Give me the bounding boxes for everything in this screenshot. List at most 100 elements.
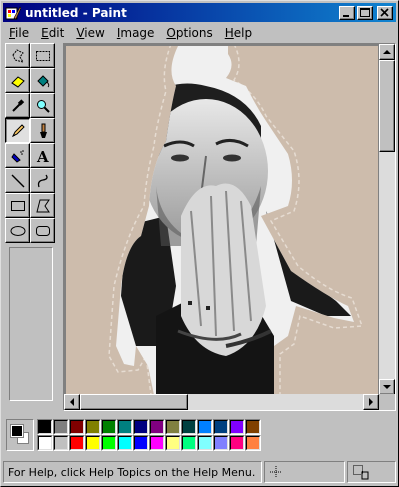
color-swatch[interactable]: [101, 435, 117, 451]
tool-rect-select[interactable]: [30, 43, 55, 68]
color-swatch[interactable]: [53, 419, 69, 435]
color-swatch[interactable]: [85, 419, 101, 435]
close-button[interactable]: [377, 5, 393, 20]
rectangle-icon: [10, 200, 25, 211]
text-icon: A: [36, 148, 49, 164]
menu-image[interactable]: Image: [111, 26, 161, 40]
color-swatch[interactable]: [181, 419, 197, 435]
tool-magnifier[interactable]: [30, 93, 55, 118]
color-swatch[interactable]: [181, 435, 197, 451]
menu-bar: File Edit View Image Options Help: [3, 23, 396, 42]
color-swatch[interactable]: [37, 419, 53, 435]
color-swatch[interactable]: [53, 435, 69, 451]
color-swatch[interactable]: [245, 435, 261, 451]
airbrush-icon: [10, 149, 24, 163]
close-icon: [380, 7, 389, 17]
tool-airbrush[interactable]: [5, 143, 30, 168]
line-icon: [11, 174, 24, 187]
color-swatch[interactable]: [117, 435, 133, 451]
color-swatch[interactable]: [229, 435, 245, 451]
brush-icon: [39, 123, 47, 138]
menu-edit[interactable]: Edit: [35, 26, 70, 40]
color-picker-icon: [11, 98, 24, 112]
status-selection-size: [347, 461, 396, 483]
color-swatch[interactable]: [37, 435, 53, 451]
horizontal-scroll-thumb[interactable]: [80, 394, 188, 410]
tool-curve[interactable]: [30, 168, 55, 193]
curve-icon: [37, 174, 48, 187]
horizontal-scrollbar[interactable]: [64, 394, 379, 410]
paint-window: untitled - Paint File Edit View Image Op…: [0, 0, 399, 487]
scroll-down-button[interactable]: [379, 379, 395, 395]
fill-bucket-icon: [36, 74, 49, 87]
tool-brush[interactable]: [30, 118, 55, 143]
color-swatch[interactable]: [229, 419, 245, 435]
color-swatch[interactable]: [149, 419, 165, 435]
status-cursor-position: [263, 461, 346, 483]
tool-text[interactable]: A: [30, 143, 55, 168]
color-swatch[interactable]: [69, 435, 85, 451]
color-swatch[interactable]: [69, 419, 85, 435]
color-palette: [3, 413, 396, 458]
color-swatch[interactable]: [213, 435, 229, 451]
menu-help[interactable]: Help: [219, 26, 258, 40]
tool-eraser[interactable]: [5, 68, 30, 93]
scroll-right-button[interactable]: [363, 394, 379, 410]
current-colors-indicator[interactable]: [6, 419, 34, 451]
scroll-up-button[interactable]: [379, 44, 395, 60]
color-swatch[interactable]: [165, 419, 181, 435]
selection-size-icon: [353, 465, 369, 480]
maximize-icon: [360, 7, 370, 17]
arrow-down-icon: [383, 385, 391, 389]
magnifier-icon: [36, 99, 50, 113]
scroll-left-button[interactable]: [64, 394, 80, 410]
color-swatch[interactable]: [101, 419, 117, 435]
minimize-button[interactable]: [339, 5, 355, 20]
title-bar[interactable]: untitled - Paint: [3, 3, 396, 22]
color-swatch[interactable]: [197, 419, 213, 435]
color-swatch[interactable]: [133, 435, 149, 451]
menu-view[interactable]: View: [70, 26, 110, 40]
free-form-select-icon: [11, 48, 24, 63]
color-swatch[interactable]: [133, 419, 149, 435]
pencil-icon: [11, 123, 25, 137]
polygon-icon: [35, 199, 50, 212]
color-swatch[interactable]: [85, 435, 101, 451]
tool-free-form-select[interactable]: [5, 43, 30, 68]
paint-app-icon[interactable]: [5, 5, 22, 21]
scroll-corner: [379, 394, 395, 410]
menu-file[interactable]: File: [3, 26, 35, 40]
canvas-artwork: [66, 46, 378, 395]
vertical-scrollbar[interactable]: [379, 44, 395, 395]
color-swatch[interactable]: [165, 435, 181, 451]
color-swatches: [37, 419, 261, 451]
arrow-left-icon: [70, 398, 74, 406]
eraser-icon: [10, 75, 25, 88]
tool-polygon[interactable]: [30, 193, 55, 218]
drawing-canvas[interactable]: [66, 46, 378, 395]
tool-rounded-rect[interactable]: [30, 218, 55, 243]
tool-ellipse[interactable]: [5, 218, 30, 243]
svg-text:A: A: [36, 148, 49, 164]
status-help-text: For Help, click Help Topics on the Help …: [3, 461, 262, 483]
tool-options-panel[interactable]: [9, 247, 53, 401]
toolbox: A: [5, 43, 59, 404]
window-title: untitled - Paint: [25, 5, 127, 20]
maximize-button[interactable]: [357, 5, 373, 20]
tool-line[interactable]: [5, 168, 30, 193]
color-swatch[interactable]: [213, 419, 229, 435]
color-swatch[interactable]: [197, 435, 213, 451]
ellipse-icon: [10, 225, 25, 236]
tool-color-picker[interactable]: [5, 93, 30, 118]
status-bar: For Help, click Help Topics on the Help …: [3, 461, 396, 484]
tool-rectangle[interactable]: [5, 193, 30, 218]
tool-pencil[interactable]: [5, 118, 30, 143]
color-swatch[interactable]: [149, 435, 165, 451]
menu-options[interactable]: Options: [160, 26, 218, 40]
rect-select-icon: [35, 50, 50, 61]
color-swatch[interactable]: [117, 419, 133, 435]
tool-fill[interactable]: [30, 68, 55, 93]
color-swatch[interactable]: [245, 419, 261, 435]
vertical-scroll-thumb[interactable]: [379, 60, 395, 152]
arrow-up-icon: [383, 50, 391, 54]
